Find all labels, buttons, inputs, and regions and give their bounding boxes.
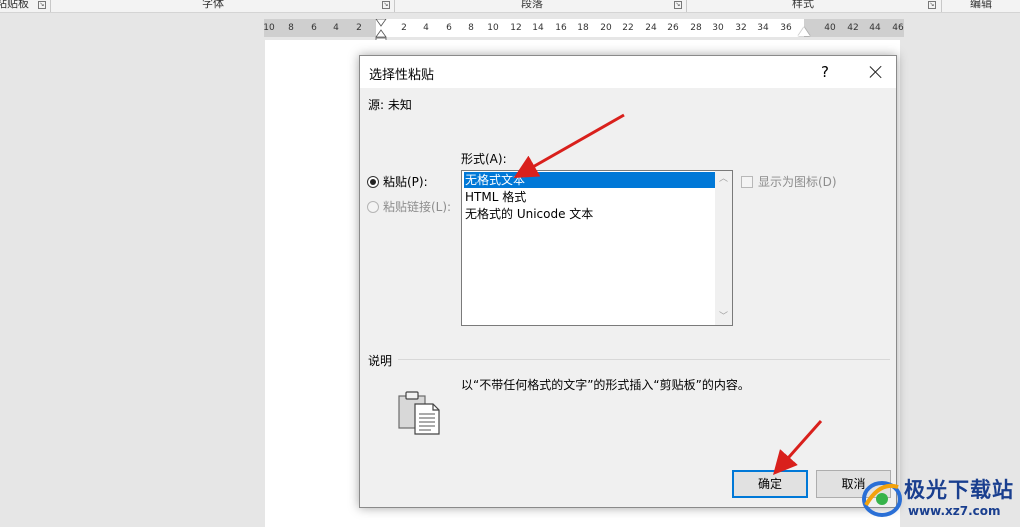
paste-option[interactable]: 粘贴(P): — [367, 173, 428, 190]
styles-launcher-icon[interactable]: ↘ — [928, 1, 936, 9]
format-listbox[interactable]: 无格式文本 HTML 格式 无格式的 Unicode 文本 ︿ ﹀ — [461, 170, 733, 326]
clipboard-text-icon — [398, 391, 440, 435]
paste-radio-label: 粘贴(P): — [383, 175, 428, 189]
ruler-tick: 10 — [263, 23, 275, 33]
ruler-tick: 20 — [600, 23, 612, 33]
watermark: 极光下载站 www.xz7.com — [858, 471, 1018, 527]
ruler-tick: 14 — [532, 23, 544, 33]
paste-link-radio[interactable] — [367, 200, 379, 213]
ribbon-group-paragraph: 段落 — [521, 0, 543, 10]
description-text: 以“不带任何格式的文字”的形式插入“剪贴板”的内容。 — [461, 378, 750, 392]
ruler-tick: 4 — [423, 23, 429, 33]
ruler-tick: 2 — [356, 23, 362, 33]
ruler-tick: 2 — [401, 23, 407, 33]
watermark-url: www.xz7.com — [908, 504, 1001, 518]
display-as-icon-option[interactable]: 显示为图标(D) — [741, 173, 837, 190]
scroll-up-icon[interactable]: ︿ — [715, 171, 732, 187]
description-heading: 说明 — [368, 354, 393, 368]
format-label: 形式(A): — [461, 152, 507, 166]
ruler-tick: 4 — [333, 23, 339, 33]
paste-link-option[interactable]: 粘贴链接(L): — [367, 198, 451, 215]
ruler-tick: 34 — [757, 23, 769, 33]
paste-radio[interactable] — [367, 175, 379, 188]
ribbon-divider — [394, 0, 395, 12]
list-item-html[interactable]: HTML 格式 — [464, 189, 526, 205]
ruler-tick: 10 — [487, 23, 499, 33]
ribbon-divider — [50, 0, 51, 12]
ribbon-group-clipboard: 粘贴板 — [0, 0, 29, 10]
list-item-unicode-text[interactable]: 无格式的 Unicode 文本 — [464, 206, 593, 222]
source-label: 源: 未知 — [368, 98, 412, 112]
ruler-tick: 26 — [667, 23, 679, 33]
ribbon-group-labels: 粘贴板 ↘ 字体 ↘ 段落 ↘ 样式 ↘ 编辑 — [0, 0, 1020, 13]
ruler-tick: 44 — [869, 23, 881, 33]
ruler-tick: 42 — [847, 23, 859, 33]
paragraph-launcher-icon[interactable]: ↘ — [674, 1, 682, 9]
description-divider — [398, 359, 890, 360]
ruler-tick: 24 — [645, 23, 657, 33]
ruler-tick: 18 — [577, 23, 589, 33]
ruler-tick: 16 — [555, 23, 567, 33]
display-as-icon-label: 显示为图标(D) — [758, 175, 837, 189]
ribbon-group-editing: 编辑 — [970, 0, 992, 10]
ruler-tick: 40 — [824, 23, 836, 33]
list-item-plain-text[interactable]: 无格式文本 — [464, 172, 716, 188]
dialog-title: 选择性粘贴 — [369, 68, 435, 83]
font-launcher-icon[interactable]: ↘ — [382, 1, 390, 9]
display-as-icon-checkbox[interactable] — [741, 175, 753, 188]
listbox-scrollbar[interactable]: ︿ ﹀ — [715, 171, 732, 325]
ribbon-divider — [686, 0, 687, 12]
ruler-tick: 32 — [735, 23, 747, 33]
dialog-titlebar[interactable]: 选择性粘贴 ? — [360, 56, 896, 88]
ribbon-group-styles: 样式 — [792, 0, 814, 10]
ruler-tick: 30 — [712, 23, 724, 33]
horizontal-ruler[interactable]: 10 8 6 4 2 2 4 6 8 10 12 14 16 18 20 22 … — [263, 19, 904, 45]
ribbon-divider — [941, 0, 942, 12]
clipboard-launcher-icon[interactable]: ↘ — [38, 1, 46, 9]
aurora-logo-icon — [862, 481, 902, 517]
ruler-tick: 6 — [311, 23, 317, 33]
right-indent-marker-icon[interactable] — [798, 27, 810, 36]
paste-special-dialog: 选择性粘贴 ? 源: 未知 形式(A): 粘贴(P): 粘贴链接(L): 无格式… — [359, 55, 897, 508]
help-button[interactable]: ? — [815, 63, 835, 81]
ribbon-group-font: 字体 — [202, 0, 224, 10]
ruler-tick: 12 — [510, 23, 522, 33]
paste-link-radio-label: 粘贴链接(L): — [383, 200, 452, 214]
watermark-brand: 极光下载站 — [904, 478, 1014, 502]
ruler-tick: 36 — [780, 23, 792, 33]
ruler-tick: 22 — [622, 23, 634, 33]
ruler-tick: 8 — [288, 23, 294, 33]
scroll-down-icon[interactable]: ﹀ — [715, 309, 732, 325]
ruler-tick: 8 — [468, 23, 474, 33]
ruler-tick: 6 — [446, 23, 452, 33]
ruler-tick: 46 — [892, 23, 904, 33]
ruler-tick: 28 — [690, 23, 702, 33]
close-icon[interactable] — [864, 60, 888, 84]
ok-button[interactable]: 确定 — [732, 470, 808, 498]
